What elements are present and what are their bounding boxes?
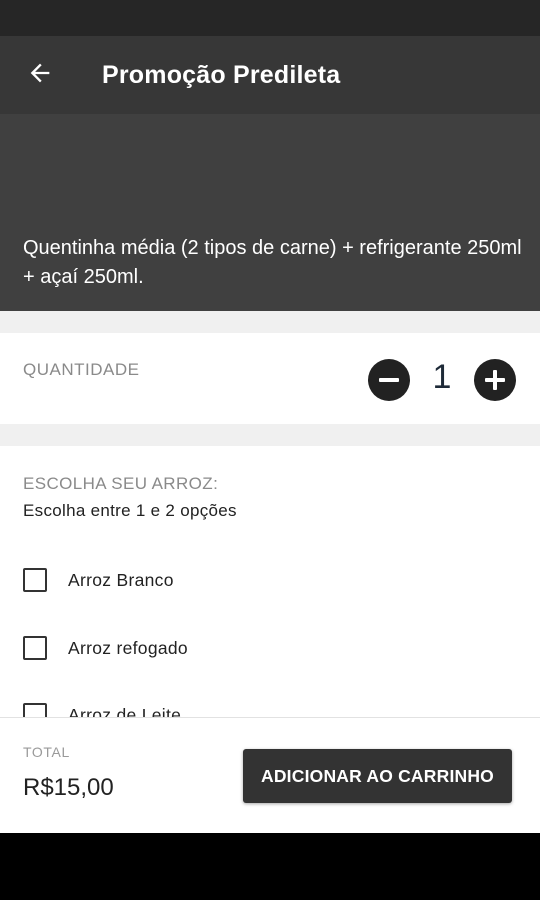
checkbox[interactable] [23,568,47,592]
option-arroz-branco[interactable]: Arroz Branco [0,552,540,608]
product-header: Quentinha média (2 tipos de carne) + ref… [0,114,540,311]
app-bar: Promoção Predileta [0,36,540,114]
checkbox[interactable] [23,636,47,660]
section-subtitle: Escolha entre 1 e 2 opções [23,501,237,520]
total-value: R$15,00 [23,774,114,801]
option-label: Arroz Branco [68,569,174,590]
quantity-label: QUANTIDADE [23,360,140,379]
plus-circle-icon[interactable] [474,359,516,401]
quantity-card: QUANTIDADE 1 [0,333,540,424]
option-label: Arroz de Leite [68,704,182,718]
back-button[interactable] [0,36,80,114]
total-label: TOTAL [23,744,70,760]
scroll-content[interactable]: QUANTIDADE 1 ESCOLHA SEU ARROZ: Escolha … [0,311,540,717]
option-arroz-de-leite[interactable]: Arroz de Leite [0,687,540,717]
rice-options-card: ESCOLHA SEU ARROZ: Escolha entre 1 e 2 o… [0,446,540,717]
page-title: Promoção Predileta [102,60,341,89]
section-title: ESCOLHA SEU ARROZ: [23,474,219,493]
option-arroz-refogado[interactable]: Arroz refogado [0,620,540,676]
status-bar [0,0,540,36]
checkout-bar: TOTAL R$15,00 ADICIONAR AO CARRINHO [0,717,540,833]
option-label: Arroz refogado [68,637,188,658]
checkbox[interactable] [23,703,47,717]
arrow-left-icon [26,59,54,92]
navigation-bar [0,833,540,900]
product-description: Quentinha média (2 tipos de carne) + ref… [23,237,522,288]
minus-circle-icon[interactable] [368,359,410,401]
add-to-cart-button[interactable]: ADICIONAR AO CARRINHO [243,749,512,803]
quantity-value: 1 [432,358,452,396]
